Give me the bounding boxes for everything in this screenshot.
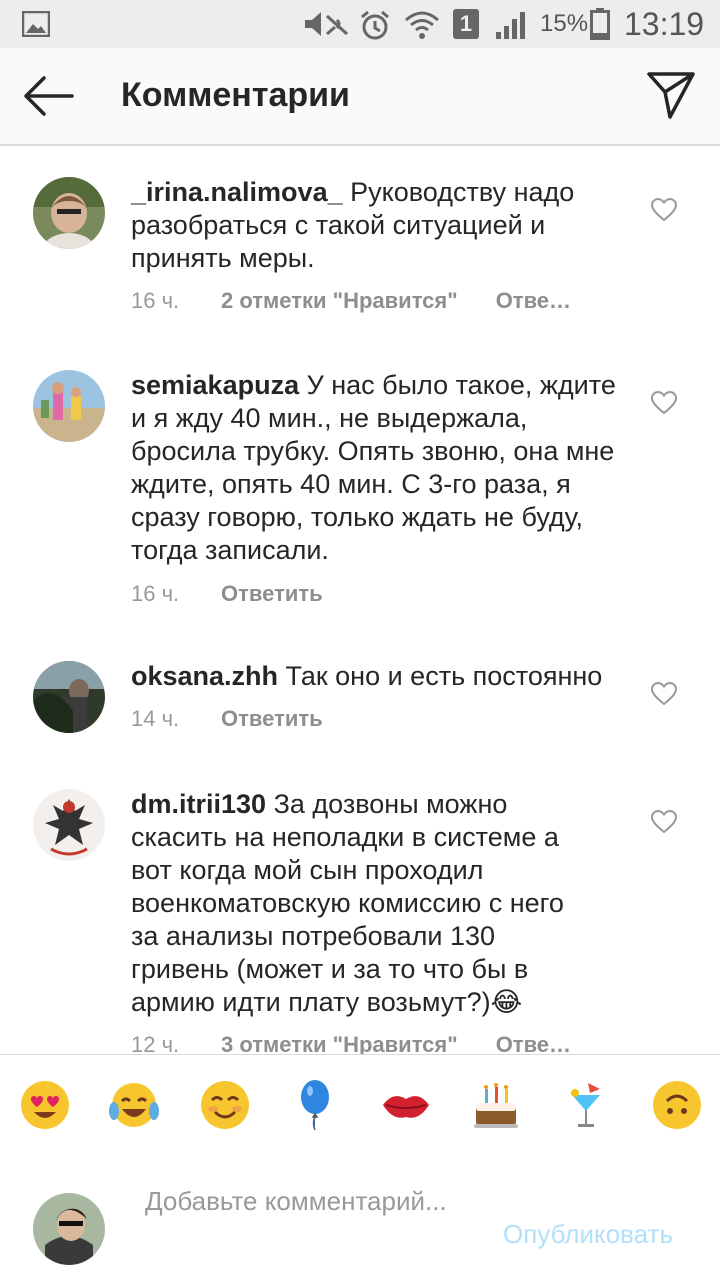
comment-time: 16 ч.	[131, 288, 180, 313]
comment-likes[interactable]: 2 отметки "Нравится"	[221, 288, 458, 314]
comment-time: 16 ч.	[131, 581, 180, 606]
comment-meta: 16 ч. Ответить	[131, 581, 323, 607]
heart-eyes-emoji[interactable]	[19, 1079, 71, 1131]
avatar[interactable]	[33, 177, 105, 249]
comment-username[interactable]: semiakapuza	[131, 370, 299, 400]
comment-username[interactable]: _irina.nalimova_	[131, 177, 343, 207]
smiling-emoji[interactable]	[199, 1079, 251, 1131]
comment-text: dm.itrii130 За дозвоны можно скасить на …	[131, 788, 591, 1019]
reply-button[interactable]: Отве…	[496, 1032, 571, 1054]
comment-meta: 12 ч. 3 отметки "Нравится" Отве…	[131, 1032, 571, 1054]
comment-username[interactable]: oksana.zhh	[131, 661, 278, 691]
comment-composer: Опубликовать	[0, 1153, 720, 1280]
battery-icon	[590, 8, 610, 40]
avatar[interactable]	[33, 661, 105, 733]
app-header: Комментарии	[0, 48, 720, 146]
mute-icon	[305, 12, 349, 36]
heart-icon[interactable]	[651, 682, 677, 706]
my-avatar	[33, 1193, 105, 1265]
tears-of-joy-emoji[interactable]	[108, 1079, 160, 1131]
back-arrow-icon[interactable]	[22, 74, 74, 118]
emoji-quick-bar	[0, 1054, 720, 1154]
sim-icon: 1	[453, 9, 479, 39]
kiss-lips-emoji[interactable]	[380, 1079, 432, 1131]
heart-icon[interactable]	[651, 391, 677, 415]
reply-button[interactable]: Ответить	[221, 706, 323, 732]
comment-text: oksana.zhh Так оно и есть постоянно	[131, 660, 631, 693]
status-bar: 1 15% 13:19	[0, 0, 720, 48]
page-title: Комментарии	[121, 76, 350, 114]
comments-list[interactable]: _irina.nalimova_ Руководству надо разобр…	[0, 146, 720, 1054]
alarm-icon	[361, 10, 389, 40]
comment-text: _irina.nalimova_ Руководству надо разобр…	[131, 176, 631, 275]
comment-time: 12 ч.	[131, 1032, 180, 1054]
gallery-icon	[22, 11, 50, 37]
comment-text: semiakapuza У нас было такое, ждите и я …	[131, 369, 636, 567]
comment-input[interactable]	[145, 1185, 475, 1255]
comment-meta: 16 ч. 2 отметки "Нравится" Отве…	[131, 288, 571, 314]
avatar[interactable]	[33, 789, 105, 861]
birthday-cake-emoji[interactable]	[470, 1079, 522, 1131]
clock: 13:19	[624, 6, 705, 42]
wifi-icon	[405, 11, 439, 39]
comment-body: Так оно и есть постоянно	[278, 661, 603, 691]
comment-body: За дозвоны можно скасить на неполадки в …	[131, 789, 564, 1017]
reply-button[interactable]: Отве…	[496, 288, 571, 314]
reply-button[interactable]: Ответить	[221, 581, 323, 607]
comment-likes[interactable]: 3 отметки "Нравится"	[221, 1032, 458, 1054]
comment-time: 14 ч.	[131, 706, 180, 731]
balloon-emoji[interactable]	[289, 1079, 341, 1131]
heart-icon[interactable]	[651, 810, 677, 834]
signal-icon	[496, 12, 525, 39]
upside-down-face-emoji[interactable]	[651, 1079, 703, 1131]
comment-username[interactable]: dm.itrii130	[131, 789, 266, 819]
avatar[interactable]	[33, 370, 105, 442]
paper-plane-icon[interactable]	[646, 70, 696, 120]
heart-icon[interactable]	[651, 198, 677, 222]
battery-percent: 15%	[540, 10, 589, 37]
comment-meta: 14 ч. Ответить	[131, 706, 323, 732]
post-button[interactable]: Опубликовать	[503, 1219, 673, 1250]
cocktail-emoji[interactable]	[560, 1079, 612, 1131]
